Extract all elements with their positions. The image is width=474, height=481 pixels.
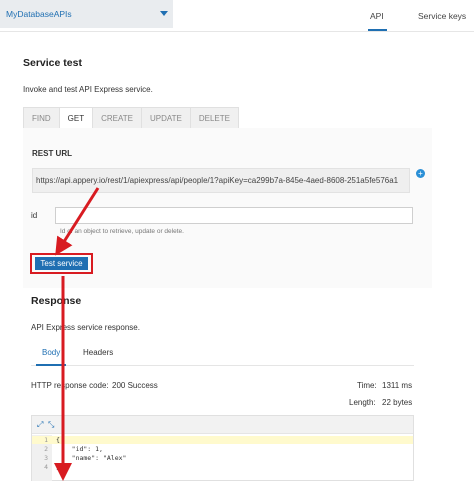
editor-toolbar: ⤢ ⤡: [32, 416, 413, 434]
code-line: 3 "name": "Alex": [32, 454, 413, 462]
active-tab-indicator: [36, 364, 66, 366]
test-service-button[interactable]: Test service: [35, 257, 88, 270]
service-test-description: Invoke and test API Express service.: [23, 85, 153, 94]
tab-find[interactable]: FIND: [23, 107, 60, 129]
code-text: {: [56, 436, 60, 444]
line-number: 1: [44, 436, 48, 444]
code-text: "name": "Alex": [56, 454, 127, 462]
database-select[interactable]: MyDatabaseAPIs: [0, 0, 173, 28]
code-text: }: [56, 463, 60, 471]
service-test-title: Service test: [23, 57, 82, 69]
code-line: 2 "id": 1,: [32, 445, 413, 453]
tab-create[interactable]: CREATE: [92, 107, 142, 129]
length-label: Length:: [349, 398, 376, 407]
id-label: id: [31, 211, 38, 220]
top-bar: MyDatabaseAPIs API Service keys: [0, 0, 474, 32]
chevron-down-icon: [160, 11, 168, 16]
code-text: "id": 1,: [56, 445, 103, 453]
response-body-editor[interactable]: ⤢ ⤡ 1 { 2 "id": 1, 3 "name": "Alex" 4 }: [31, 415, 414, 481]
expand-icon[interactable]: ⤢: [37, 420, 43, 430]
tabs-divider: [31, 365, 414, 366]
rest-url-label: REST URL: [32, 149, 72, 158]
rest-url-value: https://api.appery.io/rest/1/apiexpress/…: [36, 176, 399, 185]
line-number: 3: [44, 454, 48, 462]
rest-url-field[interactable]: https://api.appery.io/rest/1/apiexpress/…: [32, 168, 410, 193]
response-title: Response: [31, 295, 82, 307]
tab-body[interactable]: Body: [42, 348, 60, 357]
tab-headers[interactable]: Headers: [83, 348, 113, 357]
tab-get[interactable]: GET: [58, 107, 94, 129]
database-name: MyDatabaseAPIs: [6, 9, 72, 19]
line-number: 2: [44, 445, 48, 453]
tab-service-keys[interactable]: Service keys: [418, 11, 466, 21]
add-circle-icon[interactable]: +: [416, 169, 425, 178]
tab-update[interactable]: UPDATE: [140, 107, 191, 129]
id-help-text: Id of an object to retrieve, update or d…: [60, 228, 184, 235]
code-line: 4 }: [32, 463, 413, 471]
http-code-label: HTTP response code:: [31, 381, 109, 390]
collapse-icon[interactable]: ⤡: [48, 420, 54, 430]
test-button-highlight: Test service: [30, 253, 93, 274]
tab-api[interactable]: API: [368, 11, 387, 31]
id-input[interactable]: [55, 207, 413, 224]
http-code-value: 200 Success: [112, 381, 158, 390]
code-line: 1 {: [32, 436, 413, 444]
time-value: 1311 ms: [382, 381, 413, 390]
time-label: Time:: [357, 381, 377, 390]
line-number: 4: [44, 463, 48, 471]
tab-delete[interactable]: DELETE: [189, 107, 239, 129]
method-tabs: FIND GET CREATE UPDATE DELETE: [23, 107, 239, 129]
length-value: 22 bytes: [382, 398, 413, 407]
response-description: API Express service response.: [31, 323, 140, 332]
